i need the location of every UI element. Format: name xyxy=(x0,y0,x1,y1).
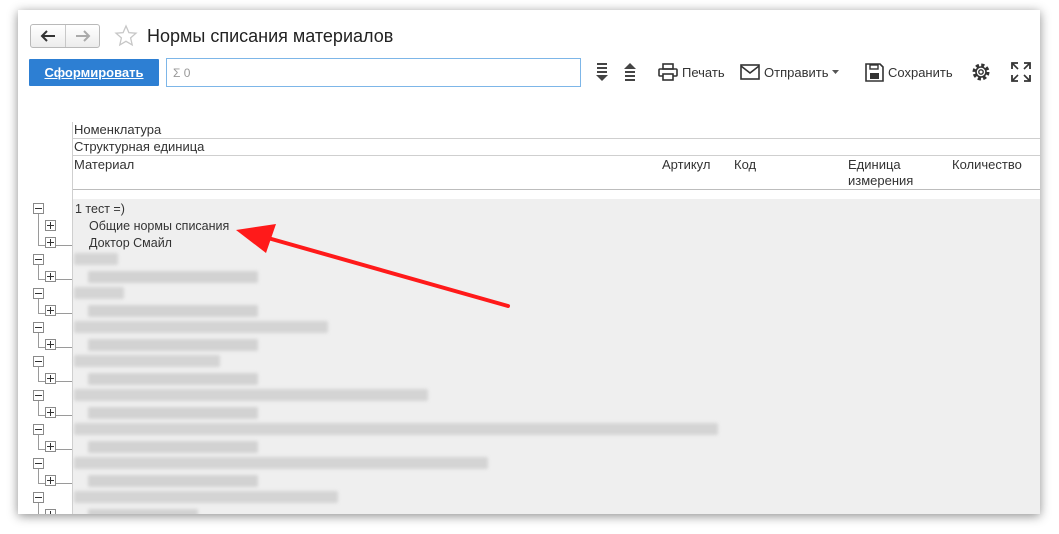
annotation-arrow xyxy=(236,224,510,308)
report-window: Нормы списания материалов Сформировать П… xyxy=(18,10,1040,514)
